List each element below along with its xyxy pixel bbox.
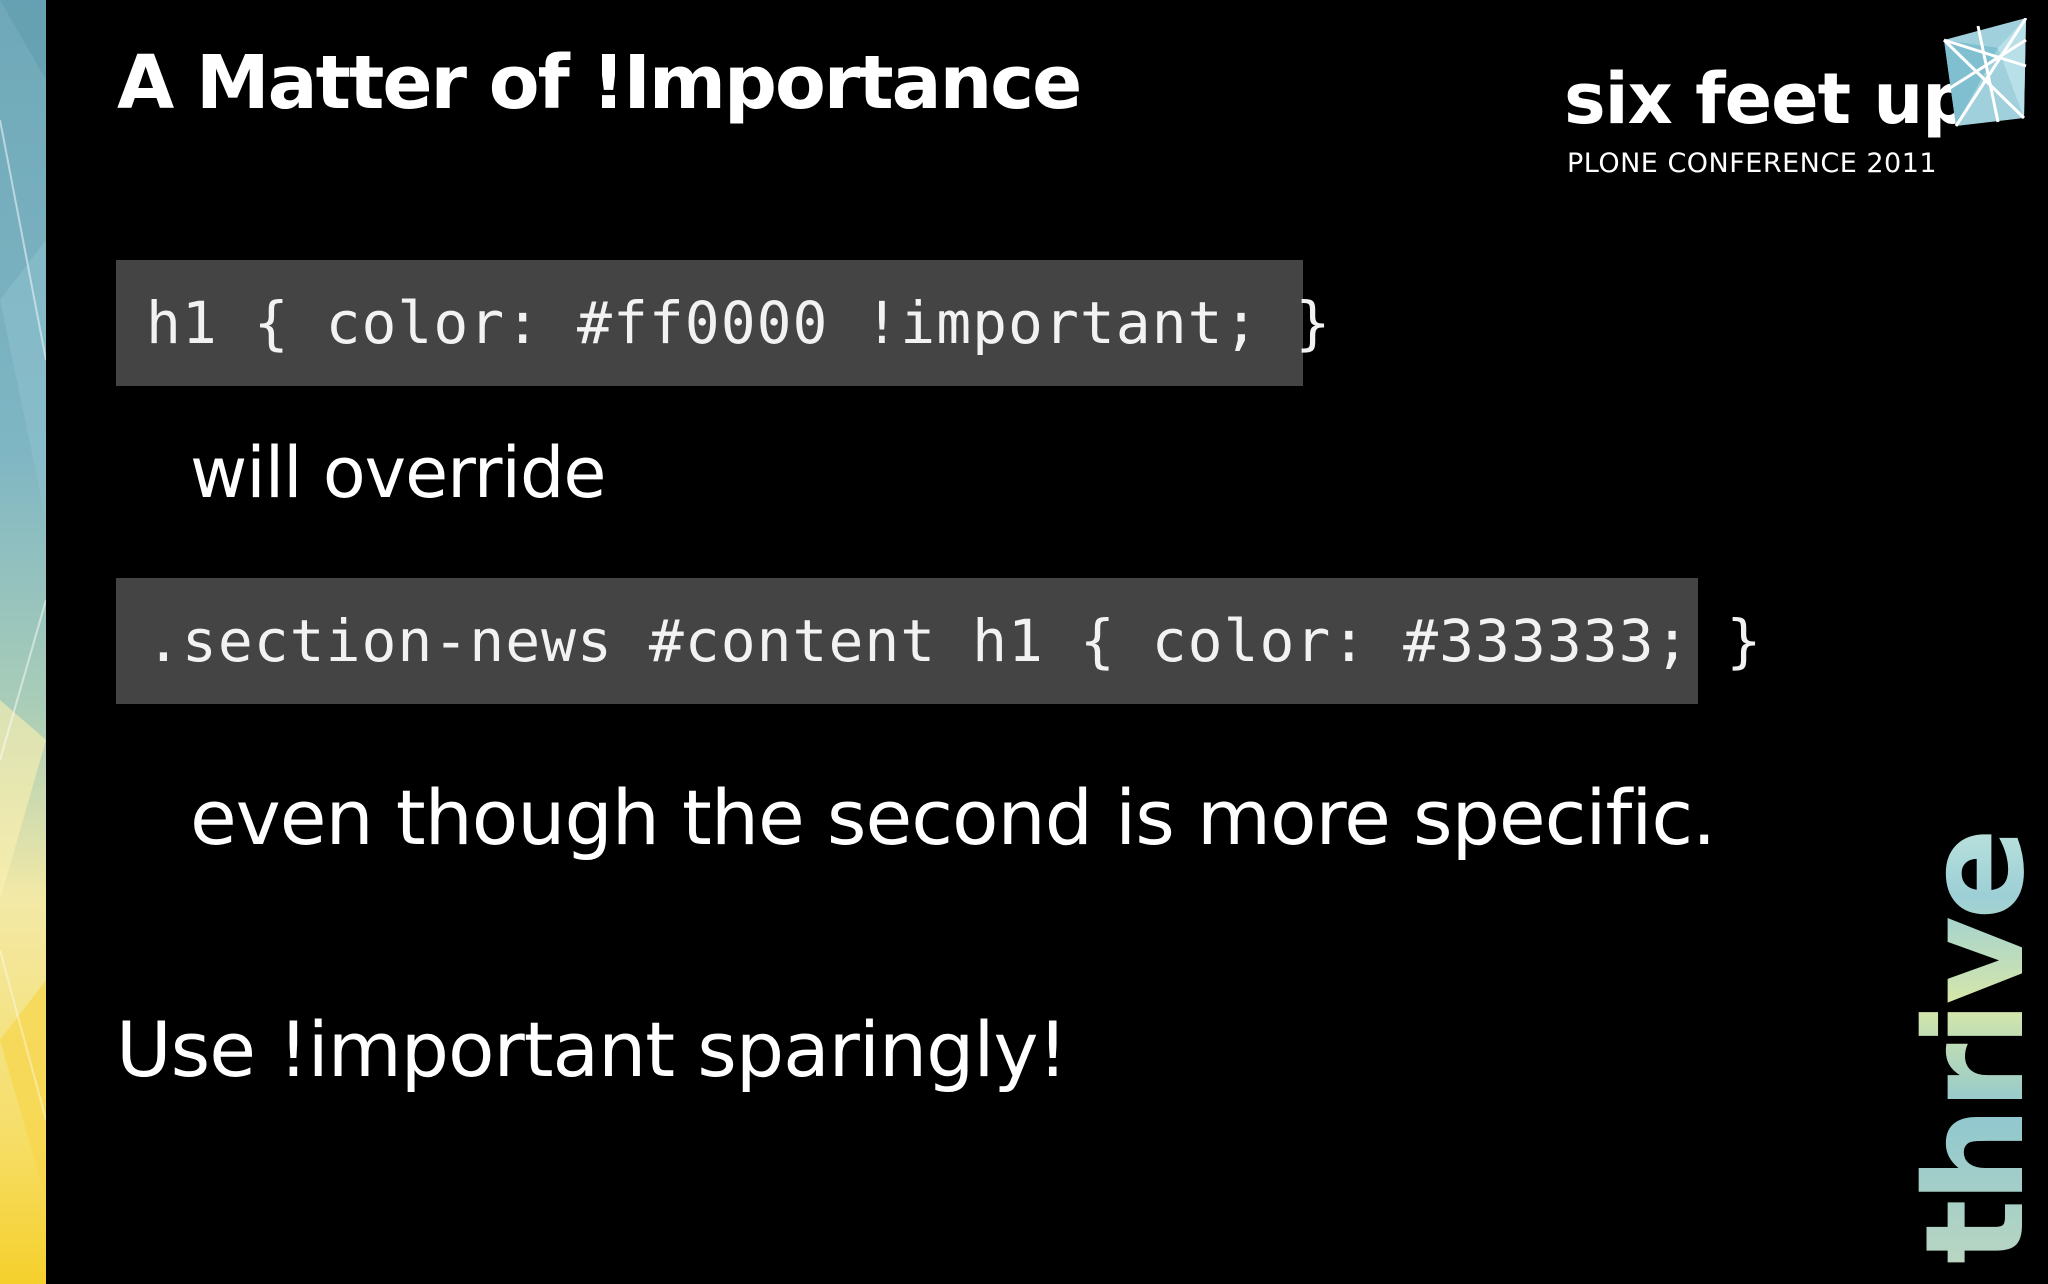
slide-title: A Matter of !Importance xyxy=(117,40,1082,126)
thrive-word: thrive xyxy=(1897,831,2048,1265)
text-will-override: will override xyxy=(190,432,606,514)
text-use-sparingly: Use !important sparingly! xyxy=(116,1005,1068,1094)
code-block-specific-rule: .section-news #content h1 { color: #3333… xyxy=(116,578,1761,704)
crystal-logo-icon xyxy=(1938,17,2028,132)
code-block-important-rule: h1 { color: #ff0000 !important; } xyxy=(116,260,1330,386)
logo-wordmark: six feet up xyxy=(1564,58,1972,140)
text-more-specific: even though the second is more specific. xyxy=(190,773,1716,862)
decorative-left-stripe xyxy=(0,0,46,1284)
conference-label: PLONE CONFERENCE 2011 xyxy=(1567,148,1938,179)
thrive-brand-graphic: thrive xyxy=(1897,812,2048,1284)
